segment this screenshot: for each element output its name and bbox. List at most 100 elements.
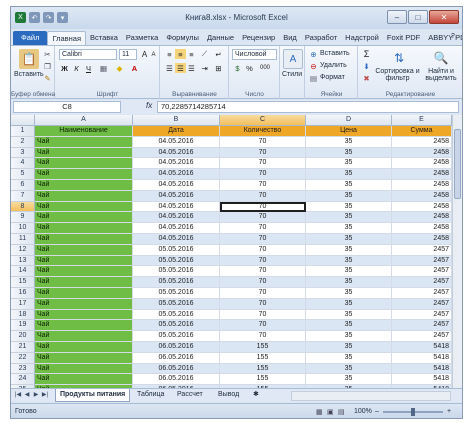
normal-view-icon[interactable]: ▦ xyxy=(316,408,323,416)
table-cell[interactable]: 155 xyxy=(220,342,306,353)
styles-button[interactable]: Стили xyxy=(282,71,302,78)
tab-home[interactable]: Главная xyxy=(47,31,86,45)
column-header[interactable]: B xyxy=(133,115,220,126)
table-cell[interactable]: 70 xyxy=(220,169,306,180)
table-cell[interactable]: 70 xyxy=(220,320,306,332)
table-cell[interactable]: Чай xyxy=(35,136,133,148)
merge-cells-icon[interactable]: ⊞ xyxy=(213,63,224,73)
row-header[interactable]: 2 xyxy=(11,136,35,148)
table-cell[interactable]: 04.05.2016 xyxy=(133,169,220,180)
table-cell[interactable]: 155 xyxy=(220,363,306,375)
thousands-button[interactable]: 000 xyxy=(256,63,274,73)
page-break-view-icon[interactable]: ▤ xyxy=(338,408,345,416)
align-left-icon[interactable]: ☰ xyxy=(164,63,175,73)
table-cell[interactable]: 2458 xyxy=(392,201,452,213)
styles-icon[interactable]: A xyxy=(283,49,303,69)
table-cell[interactable]: 04.05.2016 xyxy=(133,158,220,170)
tab-view[interactable]: Вид xyxy=(279,31,301,45)
bold-button[interactable]: Ж xyxy=(59,63,70,73)
table-cell[interactable]: 35 xyxy=(306,136,392,148)
table-cell[interactable]: 70 xyxy=(220,158,306,170)
column-title-cell[interactable]: Дата xyxy=(133,126,220,137)
table-cell[interactable]: 2458 xyxy=(392,212,452,224)
table-cell[interactable]: 70 xyxy=(220,266,306,278)
table-cell[interactable]: 2458 xyxy=(392,136,452,148)
table-cell[interactable]: Чай xyxy=(35,234,133,245)
font-name-select[interactable]: Calibri xyxy=(59,49,117,60)
table-cell[interactable]: Чай xyxy=(35,180,133,191)
table-cell[interactable]: 2458 xyxy=(392,158,452,170)
table-cell[interactable]: 35 xyxy=(306,363,392,375)
table-cell[interactable]: 35 xyxy=(306,223,392,234)
format-cells-icon[interactable]: ▤ xyxy=(308,73,319,83)
column-header[interactable]: C xyxy=(220,115,306,126)
table-cell[interactable]: 70 xyxy=(220,201,306,213)
table-cell[interactable]: Чай xyxy=(35,331,133,342)
table-cell[interactable]: 35 xyxy=(306,352,392,364)
table-cell[interactable]: 05.05.2016 xyxy=(133,320,220,332)
page-layout-view-icon[interactable]: ▣ xyxy=(327,408,334,416)
percent-button[interactable]: % xyxy=(244,63,255,73)
table-cell[interactable]: 35 xyxy=(306,266,392,278)
table-cell[interactable]: 70 xyxy=(220,190,306,202)
table-cell[interactable]: Чай xyxy=(35,201,133,213)
table-cell[interactable]: 35 xyxy=(306,244,392,256)
first-sheet-icon[interactable]: |◀ xyxy=(14,391,22,400)
zoom-out-icon[interactable]: – xyxy=(375,408,379,415)
table-cell[interactable]: 70 xyxy=(220,147,306,159)
tab-review[interactable]: Рецензир xyxy=(238,31,279,45)
row-header[interactable]: 19 xyxy=(11,320,35,332)
table-cell[interactable]: 70 xyxy=(220,298,306,310)
table-cell[interactable]: 2457 xyxy=(392,309,452,321)
table-cell[interactable]: 35 xyxy=(306,320,392,332)
table-cell[interactable]: 2457 xyxy=(392,266,452,278)
table-cell[interactable]: 70 xyxy=(220,223,306,234)
table-cell[interactable]: Чай xyxy=(35,244,133,256)
zoom-in-icon[interactable]: + xyxy=(447,408,451,415)
delete-cells-icon[interactable]: ⊖ xyxy=(308,61,319,71)
tab-addins[interactable]: Надстрой xyxy=(341,31,383,45)
table-cell[interactable]: 70 xyxy=(220,244,306,256)
tab-data[interactable]: Данные xyxy=(203,31,238,45)
row-header[interactable]: 20 xyxy=(11,331,35,342)
row-header[interactable]: 21 xyxy=(11,342,35,353)
table-cell[interactable]: 2457 xyxy=(392,298,452,310)
table-cell[interactable]: 35 xyxy=(306,255,392,267)
tab-insert[interactable]: Вставка xyxy=(86,31,122,45)
table-cell[interactable]: 35 xyxy=(306,342,392,353)
table-cell[interactable]: Чай xyxy=(35,374,133,386)
table-cell[interactable]: 70 xyxy=(220,277,306,288)
table-cell[interactable]: 35 xyxy=(306,190,392,202)
table-cell[interactable]: Чай xyxy=(35,158,133,170)
table-cell[interactable]: 2457 xyxy=(392,320,452,332)
orientation-icon[interactable]: ⟋ xyxy=(199,49,210,59)
sort-filter-icon[interactable]: ⇅ xyxy=(389,48,409,68)
formula-input[interactable]: 70,2285714285714 xyxy=(157,101,459,113)
table-cell[interactable]: 70 xyxy=(220,331,306,342)
row-header[interactable]: 1 xyxy=(11,126,35,137)
cut-icon[interactable]: ✂ xyxy=(42,49,53,59)
row-header[interactable]: 23 xyxy=(11,363,35,375)
table-cell[interactable]: 04.05.2016 xyxy=(133,180,220,191)
borders-icon[interactable]: ▦ xyxy=(98,63,109,73)
insert-cells-icon[interactable]: ⊕ xyxy=(308,49,319,59)
table-cell[interactable]: Чай xyxy=(35,363,133,375)
table-cell[interactable]: 70 xyxy=(220,212,306,224)
table-cell[interactable]: 35 xyxy=(306,201,392,213)
table-cell[interactable]: 35 xyxy=(306,298,392,310)
table-cell[interactable]: Чай xyxy=(35,266,133,278)
next-sheet-icon[interactable]: ▶ xyxy=(32,391,40,400)
table-cell[interactable]: 04.05.2016 xyxy=(133,212,220,224)
table-cell[interactable]: 2458 xyxy=(392,180,452,191)
table-cell[interactable]: 05.05.2016 xyxy=(133,244,220,256)
table-cell[interactable]: 06.05.2016 xyxy=(133,342,220,353)
table-cell[interactable]: 04.05.2016 xyxy=(133,147,220,159)
table-cell[interactable]: Чай xyxy=(35,190,133,202)
table-cell[interactable]: 35 xyxy=(306,180,392,191)
table-cell[interactable]: 35 xyxy=(306,288,392,299)
row-header[interactable]: 14 xyxy=(11,266,35,278)
table-cell[interactable]: Чай xyxy=(35,212,133,224)
row-header[interactable]: 9 xyxy=(11,212,35,224)
table-cell[interactable]: 2458 xyxy=(392,223,452,234)
table-cell[interactable]: Чай xyxy=(35,298,133,310)
